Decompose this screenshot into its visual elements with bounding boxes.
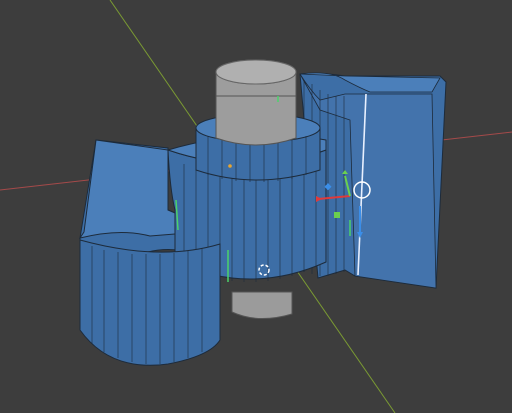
front-boss[interactable] — [79, 239, 221, 366]
scene-canvas[interactable] — [0, 0, 512, 413]
3d-viewport[interactable] — [0, 0, 512, 413]
object-origin-dot — [228, 164, 232, 168]
bottom-cylinder[interactable] — [231, 291, 293, 319]
